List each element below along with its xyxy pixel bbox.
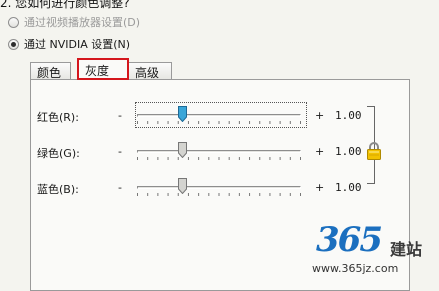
green-value: 1.00 <box>335 145 362 158</box>
radio-button[interactable] <box>8 16 19 28</box>
lock-icon[interactable] <box>366 141 382 161</box>
blue-slider-track[interactable] <box>137 186 301 189</box>
green-slider-track[interactable] <box>137 150 301 153</box>
red-ticks <box>137 121 301 124</box>
red-slider-thumb[interactable] <box>177 106 187 122</box>
red-label: 红色(R): <box>37 111 79 124</box>
blue-value: 1.00 <box>335 181 362 194</box>
radio-button-selected[interactable] <box>8 38 19 50</box>
watermark-url: www.365jz.com <box>312 262 399 275</box>
tab-gamma[interactable]: 灰度 <box>77 58 129 80</box>
red-minus: - <box>118 109 122 122</box>
blue-slider-thumb[interactable] <box>177 178 187 194</box>
slider-row-blue: 蓝色(B): - + 1.00 <box>31 178 411 198</box>
tab-advanced[interactable]: 高级 <box>128 62 172 80</box>
radio-label-nvidia: 通过 NVIDIA 设置(N) <box>24 38 131 51</box>
green-label: 绿色(G): <box>37 147 80 160</box>
question-heading: 2. 您如何进行颜色调整? <box>0 0 130 10</box>
red-slider-track[interactable] <box>137 114 301 117</box>
green-slider-thumb[interactable] <box>177 142 187 158</box>
green-ticks <box>137 157 301 160</box>
radio-label-video-player: 通过视频播放器设置(D) <box>24 16 141 29</box>
slider-row-red: 红色(R): - + 1.00 <box>31 102 411 128</box>
radio-video-player-settings[interactable]: 通过视频播放器设置(D) <box>8 14 140 30</box>
site-watermark: 365 建站 www.365jz.com <box>312 220 436 284</box>
red-value: 1.00 <box>335 109 362 122</box>
watermark-brand: 建站 <box>390 240 423 259</box>
watermark-number: 365 <box>316 220 383 260</box>
blue-label: 蓝色(B): <box>37 183 79 196</box>
red-plus: + <box>315 109 325 122</box>
blue-minus: - <box>118 181 122 194</box>
tab-color[interactable]: 颜色 <box>30 62 71 80</box>
radio-nvidia-settings[interactable]: 通过 NVIDIA 设置(N) <box>8 36 130 52</box>
slider-row-green: 绿色(G): - + 1.00 <box>31 142 411 162</box>
blue-plus: + <box>315 181 325 194</box>
green-minus: - <box>118 145 122 158</box>
blue-ticks <box>137 193 301 196</box>
green-plus: + <box>315 145 325 158</box>
